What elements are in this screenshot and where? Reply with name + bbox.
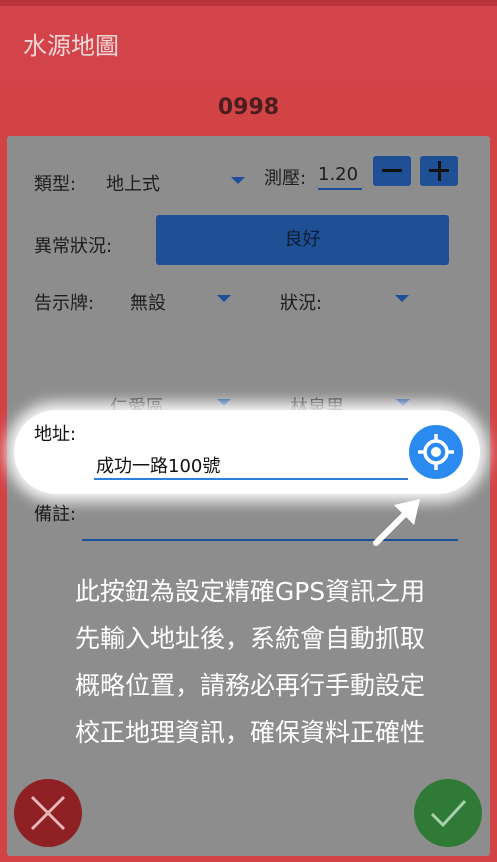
condition-label: 狀況: xyxy=(280,293,323,314)
sign-select[interactable]: 無設 xyxy=(130,289,166,315)
status-bar xyxy=(0,0,497,6)
note-label: 備註: xyxy=(34,504,77,525)
chevron-down-icon[interactable] xyxy=(217,295,231,302)
pressure-label: 測壓: xyxy=(264,168,307,189)
type-select[interactable]: 地上式 xyxy=(106,170,160,196)
pointer-arrow-icon xyxy=(373,499,420,546)
cancel-button[interactable] xyxy=(14,779,82,847)
chevron-down-icon[interactable] xyxy=(231,177,245,184)
chevron-down-icon[interactable] xyxy=(217,399,231,406)
abnormal-label: 異常狀況: xyxy=(34,236,113,257)
address-underline xyxy=(94,478,408,480)
station-id: 0998 xyxy=(217,95,280,120)
minus-icon xyxy=(382,169,402,172)
app-title: 水源地圖 xyxy=(23,32,119,60)
hint-line: 概略位置，請務必再行手動設定 xyxy=(74,671,425,700)
hint-line: 校正地理資訊，確保資料正確性 xyxy=(74,718,425,747)
hint-line: 先輸入地址後，系統會自動抓取 xyxy=(74,624,425,653)
hint-line: 此按鈕為設定精確GPS資訊之用 xyxy=(74,577,426,606)
close-icon xyxy=(30,795,66,831)
check-icon xyxy=(430,799,467,828)
address-input[interactable]: 成功一路100號 xyxy=(96,452,220,478)
chevron-down-icon[interactable] xyxy=(396,399,410,406)
pressure-input[interactable]: 1.20 xyxy=(318,164,362,190)
sign-label: 告示牌: xyxy=(34,293,95,314)
pressure-decrease-button[interactable] xyxy=(373,156,411,186)
type-label: 類型: xyxy=(34,174,77,195)
tutorial-hint: 此按鈕為設定精確GPS資訊之用 先輸入地址後，系統會自動抓取 概略位置，請務必再… xyxy=(40,568,460,756)
gps-locate-button[interactable] xyxy=(409,425,463,479)
abnormal-status-button[interactable]: 良好 xyxy=(156,215,449,265)
chevron-down-icon[interactable] xyxy=(395,295,409,302)
app-bar: 水源地圖 xyxy=(0,0,497,86)
gps-target-icon xyxy=(418,434,454,470)
pressure-increase-button[interactable] xyxy=(420,156,458,186)
confirm-button[interactable] xyxy=(414,779,482,847)
address-label: 地址: xyxy=(34,424,77,445)
